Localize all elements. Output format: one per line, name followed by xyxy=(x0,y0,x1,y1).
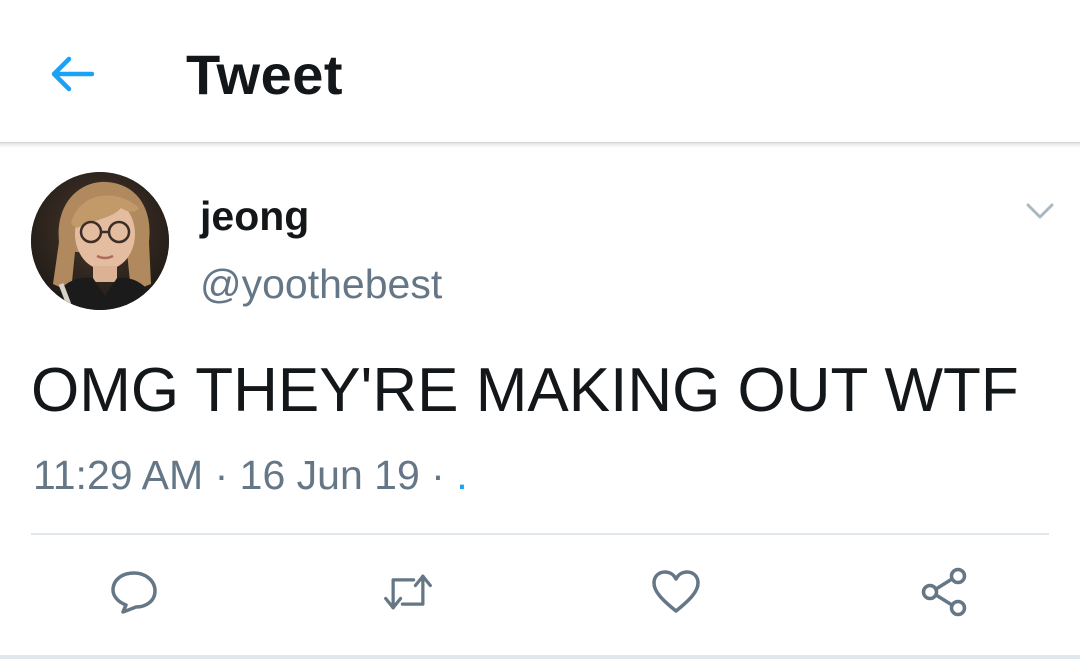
tweet-text: OMG THEY'RE MAKING OUT WTF xyxy=(31,356,1019,425)
heart-icon xyxy=(652,570,700,613)
retweet-button[interactable] xyxy=(382,566,434,618)
header-divider xyxy=(0,142,1080,148)
page-title: Tweet xyxy=(186,43,344,106)
chevron-down-icon xyxy=(1026,203,1054,219)
share-button[interactable] xyxy=(918,566,970,618)
tweet-timestamp: 11:29 AM · 16 Jun 19 · . xyxy=(33,448,468,502)
tweet-date: 16 Jun 19 xyxy=(239,452,420,498)
user-handle[interactable]: @yoothebest xyxy=(200,258,442,310)
bottom-divider xyxy=(0,655,1080,659)
reply-icon xyxy=(111,571,157,614)
display-name[interactable]: jeong xyxy=(200,190,309,242)
like-button[interactable] xyxy=(650,566,702,618)
back-button[interactable] xyxy=(44,48,100,100)
app-header: Tweet xyxy=(0,0,1080,142)
reply-button[interactable] xyxy=(108,566,160,618)
actions-divider xyxy=(31,533,1049,535)
meta-separator: · xyxy=(214,452,229,498)
tweet-source-link[interactable]: . xyxy=(456,452,467,498)
meta-separator: · xyxy=(431,452,445,498)
retweet-icon xyxy=(384,574,432,610)
avatar[interactable] xyxy=(31,172,169,310)
share-icon xyxy=(921,567,967,617)
tweet-menu-button[interactable] xyxy=(1018,196,1062,226)
tweet-time: 11:29 AM xyxy=(33,452,204,498)
avatar-image xyxy=(31,172,169,310)
back-arrow-icon xyxy=(51,56,94,92)
